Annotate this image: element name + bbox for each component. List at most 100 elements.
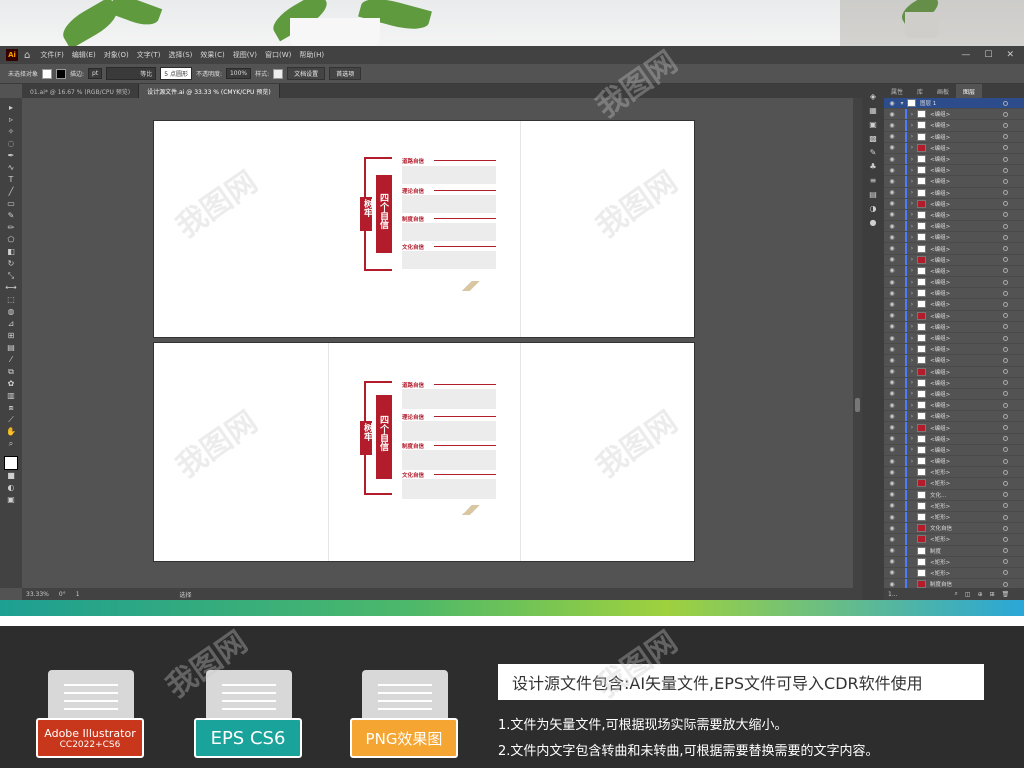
visibility-eye-icon[interactable]: ◉ — [887, 245, 897, 252]
target-circle-icon[interactable] — [1003, 503, 1008, 509]
visibility-eye-icon[interactable]: ◉ — [887, 279, 897, 286]
visibility-eye-icon[interactable]: ◉ — [887, 413, 897, 420]
tab-layers[interactable]: 图层 — [956, 84, 983, 98]
layer-row[interactable]: ◉ 文化自信 — [884, 523, 1024, 535]
layer-name[interactable]: 制度 — [930, 547, 1003, 555]
magic-wand-tool-icon[interactable]: ✧ — [4, 126, 18, 138]
gradient-tool-icon[interactable]: ▤ — [4, 342, 18, 354]
expand-arrow-icon[interactable]: › — [907, 413, 917, 420]
layer-name[interactable]: <编组> — [930, 233, 1003, 241]
screen-mode-icon[interactable]: ▣ — [4, 494, 18, 506]
target-circle-icon[interactable] — [1003, 268, 1008, 274]
layer-row[interactable]: ◉ › <编组> — [884, 366, 1024, 378]
layer-row[interactable]: ◉ › <编组> — [884, 310, 1024, 322]
layer-row[interactable]: ◉ <矩形> — [884, 556, 1024, 568]
visibility-eye-icon[interactable]: ◉ — [887, 368, 897, 375]
visibility-eye-icon[interactable]: ◉ — [887, 144, 897, 151]
brush-select[interactable]: 5 点圆形 — [160, 67, 192, 80]
layer-name[interactable]: 文化... — [930, 491, 1003, 499]
target-circle-icon[interactable] — [1003, 525, 1008, 531]
layer-row[interactable]: ◉ › <编组> — [884, 400, 1024, 412]
target-circle-icon[interactable] — [1003, 559, 1008, 565]
target-circle-icon[interactable] — [1003, 212, 1008, 218]
shaper-tool-icon[interactable]: ⬠ — [4, 234, 18, 246]
target-circle-icon[interactable] — [1003, 257, 1008, 263]
target-circle-icon[interactable] — [1003, 246, 1008, 252]
visibility-eye-icon[interactable]: ◉ — [887, 458, 897, 465]
layer-row[interactable]: ◉ › <编组> — [884, 265, 1024, 277]
layer-row[interactable]: ◉ › <编组> — [884, 456, 1024, 468]
tab-artboards[interactable]: 画板 — [930, 84, 956, 98]
menu-file[interactable]: 文件(F) — [40, 50, 64, 60]
layer-name[interactable]: <编组> — [930, 155, 1003, 163]
layer-name[interactable]: <编组> — [930, 368, 1003, 376]
target-circle-icon[interactable] — [1003, 301, 1008, 307]
expand-arrow-icon[interactable]: › — [907, 424, 917, 431]
layer-row[interactable]: ◉ ▾ 图层 1 — [884, 98, 1024, 110]
expand-arrow-icon[interactable]: › — [907, 312, 917, 319]
layer-name[interactable]: <编组> — [930, 267, 1003, 275]
expand-arrow-icon[interactable]: › — [907, 323, 917, 330]
target-circle-icon[interactable] — [1003, 167, 1008, 173]
expand-arrow-icon[interactable]: › — [907, 256, 917, 263]
layer-name[interactable]: <编组> — [930, 401, 1003, 409]
layer-row[interactable]: ◉ › <编组> — [884, 120, 1024, 132]
layer-row[interactable]: ◉ › <编组> — [884, 377, 1024, 389]
expand-arrow-icon[interactable]: › — [907, 346, 917, 353]
layer-row[interactable]: ◉ <矩形> — [884, 567, 1024, 580]
visibility-eye-icon[interactable]: ◉ — [887, 558, 897, 565]
transparency-panel-icon[interactable]: ◑ — [870, 204, 877, 213]
artboard-2[interactable]: 四个自信 树牢 道路自信 理论自信 制度自信 文化自信 — [153, 342, 695, 562]
target-circle-icon[interactable] — [1003, 447, 1008, 453]
expand-arrow-icon[interactable]: › — [907, 189, 917, 196]
layer-name[interactable]: <矩形> — [930, 535, 1003, 543]
scroll-thumb[interactable] — [855, 398, 860, 412]
visibility-eye-icon[interactable]: ◉ — [887, 390, 897, 397]
layer-row[interactable]: ◉ › <编组> — [884, 332, 1024, 345]
menu-view[interactable]: 视图(V) — [233, 50, 257, 60]
visibility-eye-icon[interactable]: ◉ — [887, 581, 897, 588]
target-circle-icon[interactable] — [1003, 581, 1008, 587]
layer-name[interactable]: <编组> — [930, 379, 1003, 387]
visibility-eye-icon[interactable]: ◉ — [887, 122, 897, 129]
maximize-icon[interactable]: ☐ — [984, 50, 992, 60]
gradient-panel-icon[interactable]: ▤ — [869, 190, 877, 199]
visibility-eye-icon[interactable]: ◉ — [887, 178, 897, 185]
layer-name[interactable]: <矩形> — [930, 468, 1003, 476]
layer-row[interactable]: ◉ › <编组> — [884, 254, 1024, 266]
expand-arrow-icon[interactable]: › — [907, 446, 917, 453]
stroke-weight-input[interactable]: pt — [88, 68, 103, 79]
layer-name[interactable]: 图层 1 — [920, 99, 1003, 107]
close-icon[interactable]: ✕ — [1006, 50, 1014, 60]
locate-object-icon[interactable]: ⌕ — [955, 590, 958, 598]
target-circle-icon[interactable] — [1003, 548, 1008, 554]
expand-arrow-icon[interactable]: › — [907, 200, 917, 207]
visibility-eye-icon[interactable]: ◉ — [887, 323, 897, 330]
stroke-panel-icon[interactable]: ≡ — [870, 176, 877, 185]
menu-help[interactable]: 帮助(H) — [299, 50, 324, 60]
expand-arrow-icon[interactable]: › — [907, 390, 917, 397]
expand-arrow-icon[interactable]: › — [907, 267, 917, 274]
expand-arrow-icon[interactable]: › — [907, 357, 917, 364]
target-circle-icon[interactable] — [1003, 492, 1008, 498]
target-circle-icon[interactable] — [1003, 436, 1008, 442]
layer-row[interactable]: ◉ › <编组> — [884, 321, 1024, 333]
layer-name[interactable]: <编组> — [930, 256, 1003, 264]
layer-name[interactable]: <编组> — [930, 356, 1003, 364]
properties-panel-icon[interactable]: ▦ — [869, 106, 877, 115]
layer-name[interactable]: <编组> — [930, 278, 1003, 286]
layer-row[interactable]: ◉ › <编组> — [884, 344, 1024, 356]
perspective-tool-icon[interactable]: ⊿ — [4, 318, 18, 330]
visibility-eye-icon[interactable]: ◉ — [887, 189, 897, 196]
layer-name[interactable]: <矩形> — [930, 558, 1003, 566]
visibility-eye-icon[interactable]: ◉ — [887, 312, 897, 319]
target-circle-icon[interactable] — [1003, 536, 1008, 542]
expand-arrow-icon[interactable]: › — [907, 111, 917, 118]
layer-row[interactable]: ◉ 文化... — [884, 489, 1024, 501]
target-circle-icon[interactable] — [1003, 234, 1008, 240]
layer-row[interactable]: ◉ › <编组> — [884, 243, 1024, 255]
expand-arrow-icon[interactable]: › — [907, 211, 917, 218]
layer-name[interactable]: <编组> — [930, 289, 1003, 297]
visibility-eye-icon[interactable]: ◉ — [887, 111, 897, 118]
menu-window[interactable]: 窗口(W) — [265, 50, 291, 60]
